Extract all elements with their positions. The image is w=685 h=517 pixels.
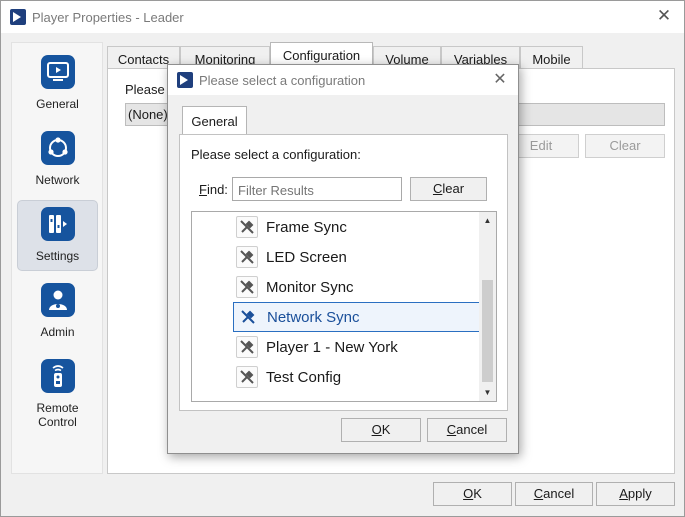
window-close-button[interactable]: ✕ bbox=[654, 6, 674, 26]
sidebar-item-label: Network bbox=[35, 173, 80, 187]
dialog-prompt: Please select a configuration: bbox=[191, 147, 361, 162]
tab-general[interactable]: General bbox=[182, 106, 247, 135]
list-item[interactable]: Monitor Sync bbox=[233, 272, 481, 302]
tools-icon bbox=[236, 276, 258, 298]
clear-button[interactable]: Clear bbox=[585, 134, 665, 158]
sidebar-item-admin[interactable]: Admin bbox=[17, 277, 98, 348]
apply-button[interactable]: Apply bbox=[596, 482, 675, 506]
tools-icon bbox=[236, 246, 258, 268]
list-item[interactable]: LED Screen bbox=[233, 242, 481, 272]
tools-icon bbox=[237, 306, 259, 328]
tools-icon bbox=[236, 336, 258, 358]
scroll-down-arrow-icon[interactable]: ▼ bbox=[479, 384, 496, 401]
cancel-button[interactable]: Cancel bbox=[515, 482, 593, 506]
list-item-label: Monitor Sync bbox=[266, 278, 354, 296]
tools-icon bbox=[236, 366, 258, 388]
list-item-selected[interactable]: Network Sync bbox=[233, 302, 481, 332]
tab-mobile[interactable]: Mobile bbox=[520, 46, 583, 70]
list-item-label: LED Screen bbox=[266, 248, 347, 266]
scroll-up-arrow-icon[interactable]: ▲ bbox=[479, 212, 496, 229]
admin-user-icon bbox=[40, 283, 75, 317]
sidebar-item-settings[interactable]: Settings bbox=[17, 200, 98, 271]
sidebar: General Network Settings Admin Remote Co… bbox=[11, 42, 103, 474]
player-properties-window: Player Properties - Leader ✕ General Net… bbox=[0, 0, 685, 517]
list-item-label: Player 1 - New York bbox=[266, 338, 398, 356]
dialog-title-bar: Please select a configuration ✕ bbox=[168, 65, 518, 95]
dialog-ok-button[interactable]: OK bbox=[341, 418, 421, 442]
monitor-play-icon bbox=[40, 55, 75, 89]
sidebar-item-label: General bbox=[36, 97, 79, 111]
remote-control-icon bbox=[40, 359, 75, 393]
filter-input[interactable] bbox=[232, 177, 402, 201]
title-bar: Player Properties - Leader ✕ bbox=[1, 1, 684, 33]
dialog-cancel-button[interactable]: Cancel bbox=[427, 418, 507, 442]
list-item[interactable]: Test Config bbox=[233, 362, 481, 392]
window-title: Player Properties - Leader bbox=[32, 9, 184, 25]
dialog-close-button[interactable]: ✕ bbox=[490, 69, 510, 89]
dialog-general-panel: Please select a configuration: Find: Cle… bbox=[179, 134, 508, 411]
tools-icon bbox=[236, 216, 258, 238]
list-item-label: Frame Sync bbox=[266, 218, 347, 236]
list-item-label: Test Config bbox=[266, 368, 342, 386]
sidebar-item-label: Settings bbox=[35, 249, 80, 263]
ok-button[interactable]: OK bbox=[433, 482, 512, 506]
sidebar-item-label: Admin bbox=[40, 325, 75, 339]
list-item[interactable]: Frame Sync bbox=[233, 212, 481, 242]
list-scrollbar[interactable]: ▲ ▼ bbox=[479, 212, 496, 401]
app-logo-icon bbox=[177, 72, 193, 88]
configuration-list[interactable]: Frame Sync LED Screen Monitor Sync Netwo… bbox=[191, 211, 497, 402]
list-item-label: Network Sync bbox=[267, 308, 360, 326]
sidebar-item-remote-control[interactable]: Remote Control bbox=[17, 353, 98, 433]
find-label: Find: bbox=[199, 182, 228, 197]
network-icon bbox=[40, 131, 75, 165]
dialog-title: Please select a configuration bbox=[199, 72, 366, 88]
scroll-thumb[interactable] bbox=[482, 280, 493, 382]
filter-clear-button[interactable]: Clear bbox=[410, 177, 487, 201]
settings-icon bbox=[40, 207, 75, 241]
sidebar-item-label: Remote Control bbox=[36, 401, 79, 429]
sidebar-item-general[interactable]: General bbox=[17, 49, 98, 120]
select-configuration-dialog: Please select a configuration ✕ General … bbox=[167, 64, 519, 454]
sidebar-item-network[interactable]: Network bbox=[17, 125, 98, 196]
list-item[interactable]: Player 1 - New York bbox=[233, 332, 481, 362]
app-logo-icon bbox=[10, 9, 26, 25]
